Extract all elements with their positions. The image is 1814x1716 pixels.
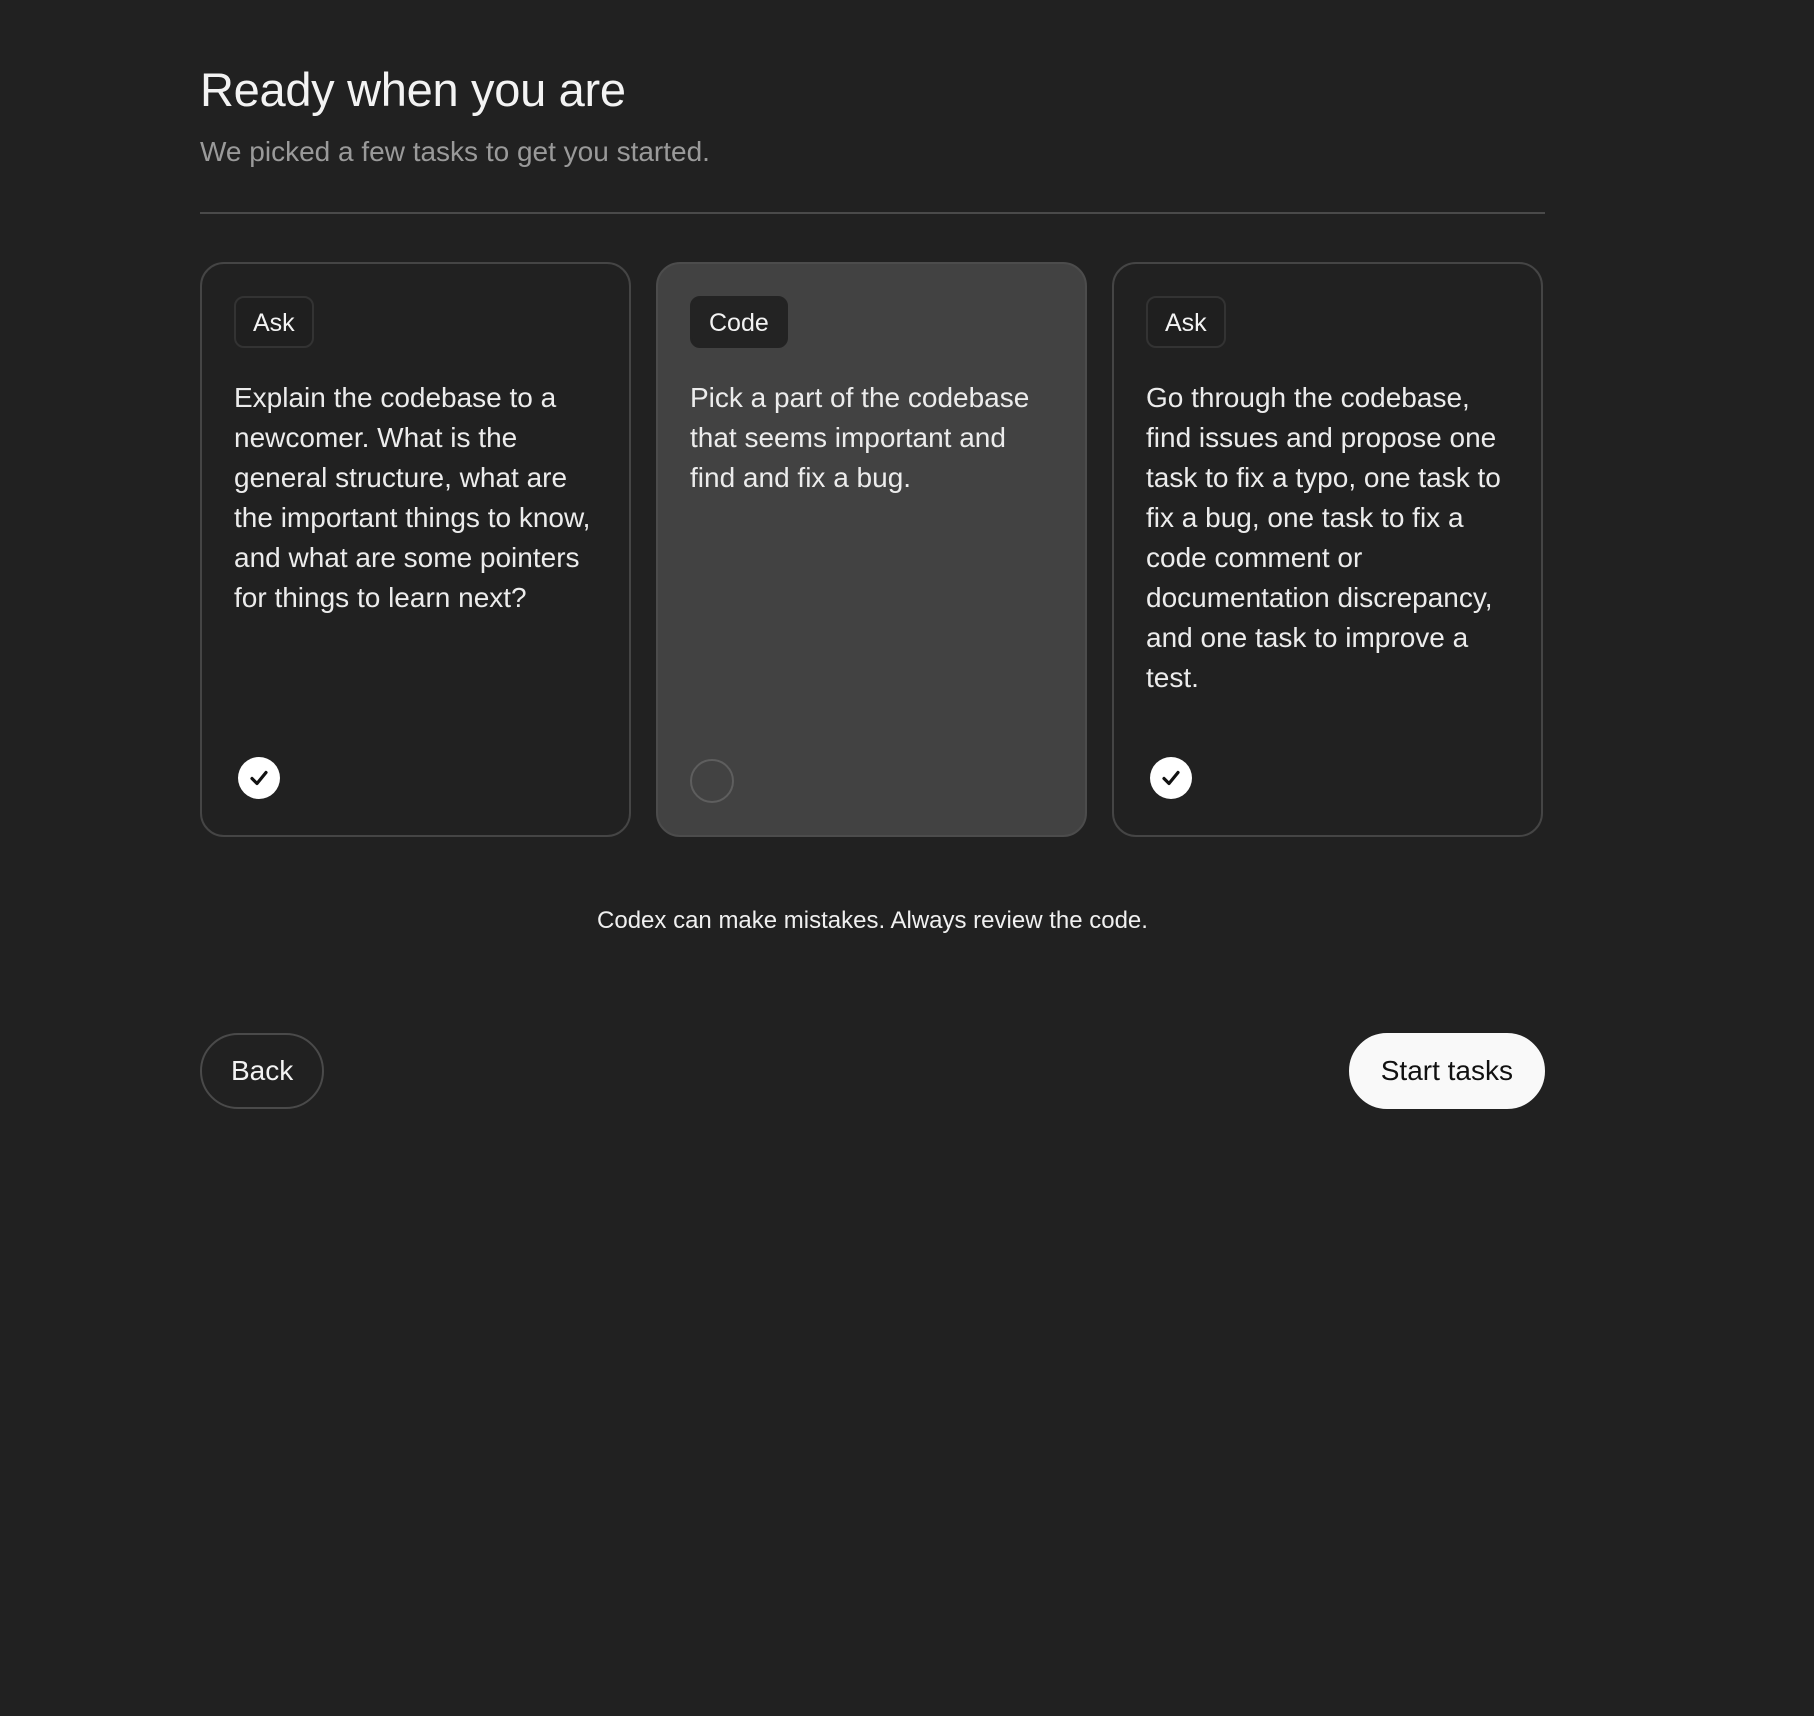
checkmark-circle-icon[interactable] — [238, 757, 280, 799]
task-card-ask-explain[interactable]: Ask Explain the codebase to a newcomer. … — [200, 262, 631, 837]
divider — [200, 212, 1545, 214]
checkmark-circle-icon[interactable] — [1150, 757, 1192, 799]
task-type-badge: Code — [690, 296, 788, 348]
page-subtitle: We picked a few tasks to get you started… — [200, 136, 710, 167]
action-bar: Back Start tasks — [200, 1033, 1545, 1109]
task-type-badge: Ask — [1146, 296, 1226, 348]
task-description: Pick a part of the codebase that seems i… — [690, 382, 1030, 493]
page-title: Ready when you are — [200, 63, 626, 116]
onboarding-panel: Ready when you are We picked a few tasks… — [200, 62, 1545, 1109]
task-card-code-fix-bug[interactable]: Code Pick a part of the codebase that se… — [656, 262, 1087, 837]
disclaimer-text: Codex can make mistakes. Always review t… — [597, 907, 1148, 934]
task-cards: Ask Explain the codebase to a newcomer. … — [200, 262, 1545, 837]
start-tasks-button[interactable]: Start tasks — [1348, 1033, 1545, 1109]
empty-circle-icon[interactable] — [690, 759, 734, 803]
task-type-badge: Ask — [234, 296, 314, 348]
back-button[interactable]: Back — [200, 1033, 325, 1109]
task-description: Explain the codebase to a newcomer. What… — [234, 382, 591, 613]
task-description: Go through the codebase, find issues and… — [1146, 382, 1501, 693]
task-card-ask-find-issues[interactable]: Ask Go through the codebase, find issues… — [1112, 262, 1543, 837]
